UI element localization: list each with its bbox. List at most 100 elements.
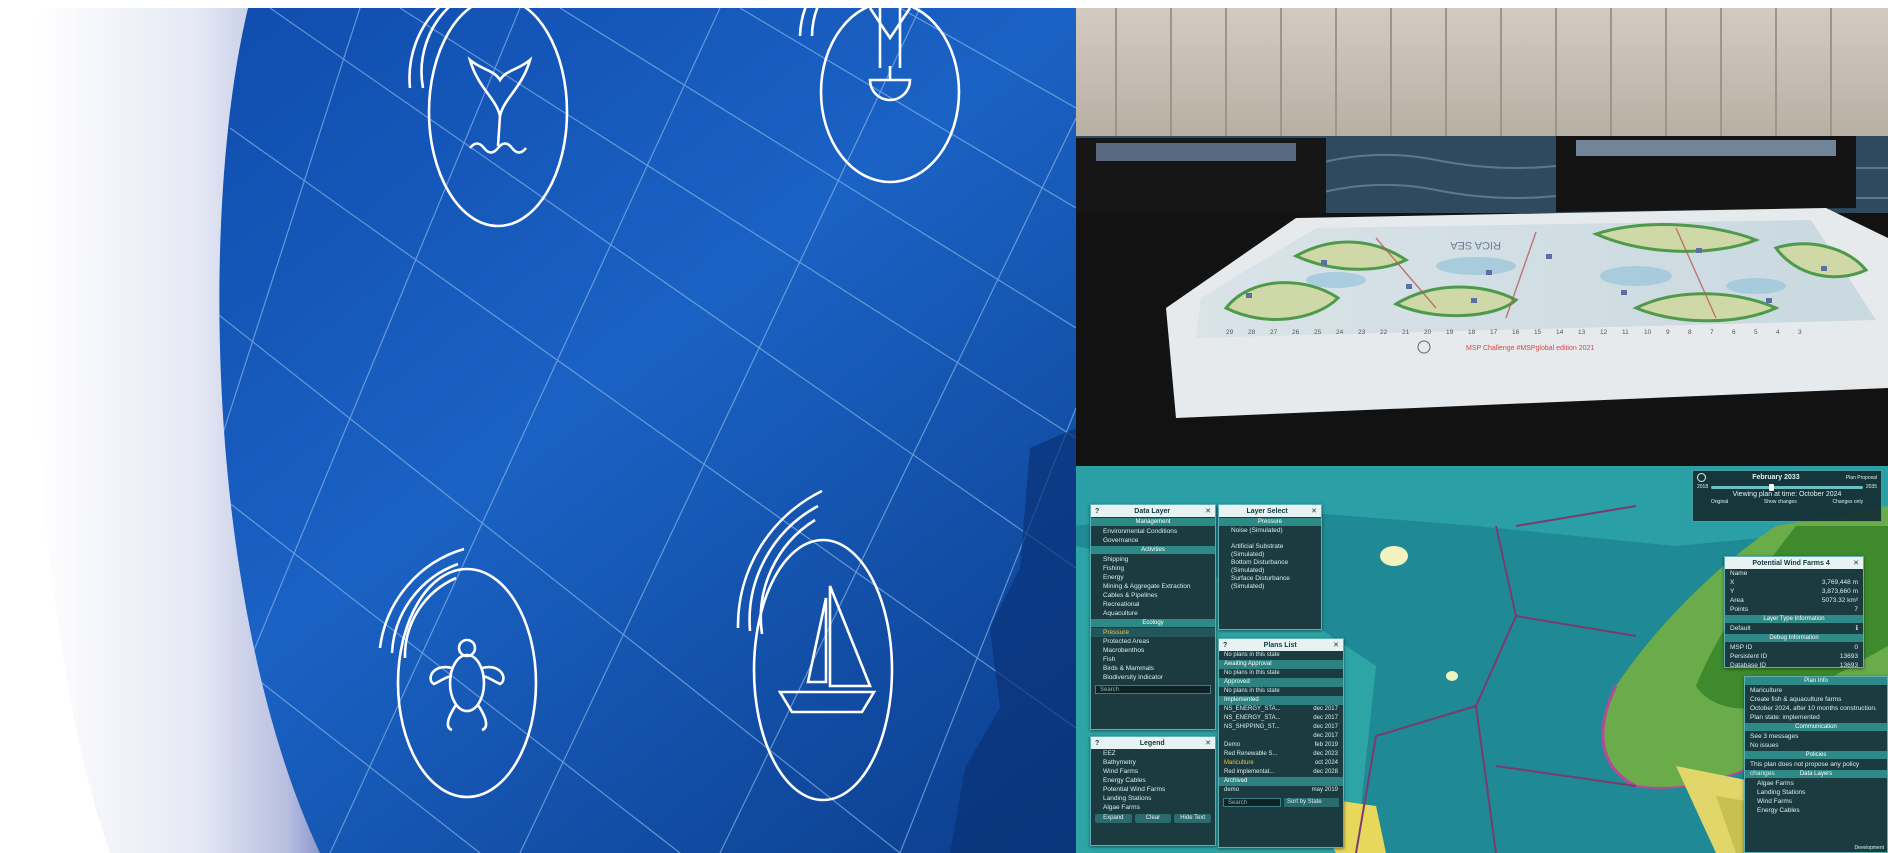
screenshot-collage: RICA SEA 29 28 27 26 25 24 23 22 21 20 19 18 17 16 15 1… [0, 0, 1888, 853]
close-icon[interactable]: ✕ [1205, 739, 1211, 747]
plan-row[interactable]: NS_ENERGY_STA... dec 2017 [1219, 714, 1343, 723]
layer-select-item[interactable]: Artificial Substrate (Simulated) [1219, 543, 1321, 559]
layer-type-section[interactable]: Layer Type Information [1725, 615, 1863, 623]
close-icon[interactable]: ✕ [1333, 641, 1339, 649]
ruler-number: 24 [1336, 329, 1344, 336]
close-icon[interactable]: ✕ [1311, 507, 1317, 515]
legend-item[interactable]: EEZ [1091, 749, 1215, 758]
plan-state-header[interactable]: Implemented [1219, 696, 1343, 705]
plan-state-header[interactable]: Archived [1219, 777, 1343, 786]
ruler-number: 7 [1710, 329, 1714, 336]
plan-row[interactable]: NS_SHIPPING_ST... dec 2017 [1219, 723, 1343, 732]
data-layer-item[interactable]: Recreational [1091, 600, 1215, 609]
data-layer-item[interactable]: Environmental Conditions [1091, 527, 1215, 536]
timeline-panel: February 2033 Plan Proposal 2018 2035 Vi… [1692, 470, 1882, 522]
data-layer-section: Ecology [1091, 619, 1215, 627]
legend-item[interactable]: Landing Stations [1091, 794, 1215, 803]
plan-info-layer[interactable]: Wind Farms [1745, 797, 1887, 806]
data-layer-item[interactable]: Fish [1091, 655, 1215, 664]
poster-panel [0, 8, 1076, 853]
data-layer-item[interactable]: Aquaculture [1091, 609, 1215, 618]
data-layer-item[interactable]: Birds & Mammals [1091, 664, 1215, 673]
legend-list: EEZ Bathymetry Wind Farms Energy Cables Pote… [1091, 749, 1215, 812]
plans-note: No plans in this state [1224, 688, 1280, 694]
board-game-photo: RICA SEA 29 28 27 26 25 24 23 22 21 20 19 18 17 16 15 1… [1076, 8, 1888, 466]
layer-select-item[interactable]: Noise (Simulated) [1219, 527, 1321, 543]
ruler-number: 17 [1490, 329, 1498, 336]
debug-field: Database ID 13693 [1725, 661, 1863, 670]
data-layer-item[interactable]: Biodiversity Indicator [1091, 673, 1215, 682]
plans-search-input[interactable]: Search [1223, 798, 1281, 807]
layer-select-list: Noise (Simulated) Artificial Substrate (S… [1219, 527, 1321, 591]
ruler-number: 20 [1424, 329, 1432, 336]
plan-row[interactable]: Mariculture oct 2024 [1219, 759, 1343, 768]
plan-state-header[interactable]: Approved [1219, 678, 1343, 687]
plan-date: oct 2024 [1314, 760, 1338, 766]
data-layer-item[interactable]: Governance [1091, 536, 1215, 545]
data-layer-item[interactable]: Pressure [1091, 628, 1215, 637]
plan-info-layer[interactable]: Algae Farms [1745, 779, 1887, 788]
plan-row[interactable]: Red implementat... dec 2028 [1219, 768, 1343, 777]
expand-button[interactable]: Expand [1095, 814, 1132, 823]
plan-date: feb 2019 [1314, 742, 1338, 748]
timeline-view-buttons: Original Show changes Changes only [1693, 499, 1881, 505]
legend-item[interactable]: Energy Cables [1091, 776, 1215, 785]
data-layer-item[interactable]: Energy [1091, 573, 1215, 582]
wind-farm-info-window: Potential Wind Farms 4 ✕ Name X 3,769,448 m… [1724, 556, 1864, 670]
plan-row[interactable]: Red Renewable S... dec 2023 [1219, 750, 1343, 759]
field-key: Area [1730, 597, 1744, 604]
data-layer-section: Activities [1091, 546, 1215, 554]
plan-row[interactable]: Demo feb 2019 [1219, 741, 1343, 750]
plan-info-line-2: Plan state: implemented [1750, 714, 1820, 721]
data-layer-item[interactable]: Shipping [1091, 555, 1215, 564]
ruler-number: 12 [1600, 329, 1608, 336]
data-layer-item[interactable]: Cables & Pipelines [1091, 591, 1215, 600]
layer-select-item[interactable]: Surface Disturbance (Simulated) [1219, 575, 1321, 591]
ruler-number: 23 [1358, 329, 1366, 336]
timeline-slider-handle[interactable] [1768, 483, 1774, 491]
data-layer-item[interactable]: Macrobenthos [1091, 646, 1215, 655]
messages-link[interactable]: See 3 messages [1745, 732, 1887, 741]
view-changes-button[interactable]: Show changes [1764, 499, 1797, 505]
development-label: Development [1854, 845, 1884, 851]
timeline-corner-button[interactable]: Plan Proposal [1846, 475, 1877, 481]
clear-button[interactable]: Clear [1134, 814, 1172, 823]
wind-farm-title: Potential Wind Farms 4 [1752, 559, 1830, 567]
legend-item[interactable]: Bathymetry [1091, 758, 1215, 767]
help-icon[interactable]: ? [1095, 740, 1099, 747]
layer-select-item[interactable]: Bottom Disturbance (Simulated) [1219, 559, 1321, 575]
plans-note: No plans in this state [1224, 670, 1280, 676]
close-icon[interactable]: ✕ [1205, 507, 1211, 515]
data-layer-item[interactable]: Mining & Aggregate Extraction [1091, 582, 1215, 591]
data-layer-item[interactable]: Protected Areas [1091, 637, 1215, 646]
info-icon[interactable]: ℹ [1856, 624, 1858, 633]
debug-section[interactable]: Debug Information [1725, 634, 1863, 642]
help-icon[interactable]: ? [1223, 642, 1227, 649]
legend-item[interactable]: Algae Farms [1091, 803, 1215, 812]
plan-info-layer[interactable]: Landing Stations [1745, 788, 1887, 797]
plan-info-layer[interactable]: Energy Cables [1745, 806, 1887, 815]
plan-row[interactable]: NS_ENERGY_STA... dec 2017 [1219, 705, 1343, 714]
legend-item[interactable]: Potential Wind Farms [1091, 785, 1215, 794]
data-layer-item[interactable]: Fishing [1091, 564, 1215, 573]
layer-type-default: Default [1730, 625, 1751, 632]
view-original-button[interactable]: Original [1711, 499, 1728, 505]
wind-farm-field: Area 5073.32 km² [1725, 596, 1863, 605]
ruler-number: 15 [1534, 329, 1542, 336]
plan-info-window: Plan Info Mariculture Create fish & aqua… [1744, 676, 1888, 853]
close-icon[interactable]: ✕ [1853, 559, 1859, 567]
game-ui-screenshot: February 2033 Plan Proposal 2018 2035 Vi… [1076, 466, 1888, 853]
field-value: 7 [1854, 606, 1858, 613]
legend-item[interactable]: Wind Farms [1091, 767, 1215, 776]
ruler-number: 27 [1270, 329, 1278, 336]
plan-row[interactable]: dec 2017 [1219, 732, 1343, 741]
hide-text-button[interactable]: Hide Text [1174, 814, 1212, 823]
plan-row[interactable]: demo may 2019 [1219, 786, 1343, 795]
plan-state-header[interactable]: Awaiting Approval [1219, 660, 1343, 669]
field-value: 5073.32 km² [1821, 597, 1858, 604]
timeline-slider[interactable] [1711, 483, 1863, 491]
view-changes-only-button[interactable]: Changes only [1833, 499, 1864, 505]
help-icon[interactable]: ? [1095, 508, 1099, 515]
sort-select[interactable]: Sort by State [1284, 798, 1339, 807]
data-layer-search-input[interactable]: Search [1095, 685, 1211, 694]
